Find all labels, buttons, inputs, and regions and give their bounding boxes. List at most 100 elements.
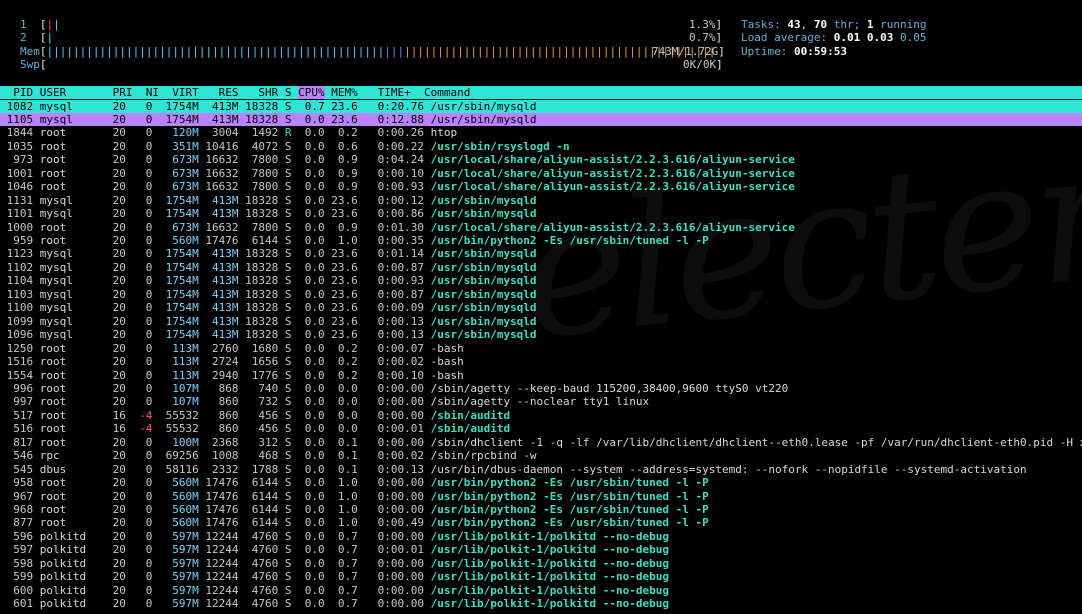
cell-pid: 973 <box>0 153 34 167</box>
process-row[interactable]: 598 polkitd 20 0 597M 12244 4760 S 0.0 0… <box>0 557 1082 570</box>
cell-shr: 7800 <box>245 166 279 180</box>
col-virt[interactable]: VIRT <box>172 86 199 99</box>
col-pid[interactable]: PID <box>0 86 33 99</box>
process-row[interactable]: 958 root 20 0 560M 17476 6144 S 0.0 1.0 … <box>0 476 1082 489</box>
col-command[interactable]: Command <box>424 86 470 99</box>
col-res[interactable]: RES <box>219 86 239 99</box>
process-row[interactable]: 959 root 20 0 560M 17476 6144 S 0.0 1.0 … <box>0 234 1082 247</box>
col-mem[interactable]: MEM% <box>331 86 358 99</box>
process-row[interactable]: 817 root 20 0 100M 2368 312 S 0.0 0.1 0:… <box>0 436 1082 449</box>
cell-state: S <box>284 180 292 194</box>
cell-user: polkitd <box>39 543 100 557</box>
cell-ni: 0 <box>132 462 153 476</box>
cell-mem: 1.0 <box>331 516 358 530</box>
cell-state: S <box>284 153 292 167</box>
cell-ni: 0 <box>132 166 153 180</box>
cell-virt: 597M <box>158 597 199 611</box>
cell-user: root <box>39 355 100 369</box>
cell-user: root <box>39 126 100 140</box>
cell-res: 2760 <box>205 341 239 355</box>
cell-shr: 4760 <box>245 556 279 570</box>
cell-command: /usr/sbin/mysqld <box>430 287 537 301</box>
process-row[interactable]: 600 polkitd 20 0 597M 12244 4760 S 0.0 0… <box>0 584 1082 597</box>
process-row[interactable]: 1844 root 20 0 120M 3004 1492 R 0.0 0.2 … <box>0 126 1082 139</box>
cell-time: 0:01.30 <box>364 220 424 234</box>
process-row[interactable]: 997 root 20 0 107M 860 732 S 0.0 0.0 0:0… <box>0 395 1082 408</box>
cell-virt: 560M <box>158 476 199 490</box>
cell-state: S <box>284 139 292 153</box>
cell-shr: 18328 <box>245 193 279 207</box>
cell-state: S <box>284 207 292 221</box>
cell-pri: 20 <box>105 597 126 611</box>
col-cpu-sorted[interactable]: CPU% <box>298 86 325 99</box>
cell-state: S <box>284 543 292 557</box>
process-row[interactable]: 967 root 20 0 560M 17476 6144 S 0.0 1.0 … <box>0 490 1082 503</box>
cell-pri: 20 <box>105 449 126 463</box>
col-ni[interactable]: NI <box>146 86 159 99</box>
cell-user: polkitd <box>39 556 100 570</box>
col-user[interactable]: USER <box>40 86 67 99</box>
cell-cpu: 0.0 <box>298 408 325 422</box>
process-row[interactable]: 1131 mysql 20 0 1754M 413M 18328 S 0.0 2… <box>0 194 1082 207</box>
cell-time: 0:00.93 <box>364 180 424 194</box>
process-row[interactable]: 516 root 16 -4 55532 860 456 S 0.0 0.0 0… <box>0 422 1082 435</box>
cell-ni: 0 <box>132 99 153 113</box>
process-row[interactable]: 973 root 20 0 673M 16632 7800 S 0.0 0.9 … <box>0 153 1082 166</box>
process-row[interactable]: 1096 mysql 20 0 1754M 413M 18328 S 0.0 2… <box>0 328 1082 341</box>
cell-shr: 7800 <box>245 180 279 194</box>
cell-pid: 996 <box>0 381 34 395</box>
process-row[interactable]: 545 dbus 20 0 58116 2332 1788 S 0.0 0.1 … <box>0 463 1082 476</box>
cell-ni: 0 <box>132 314 153 328</box>
cell-ni: 0 <box>132 126 153 140</box>
process-row[interactable]: 1100 mysql 20 0 1754M 413M 18328 S 0.0 2… <box>0 301 1082 314</box>
process-row[interactable]: 596 polkitd 20 0 597M 12244 4760 S 0.0 0… <box>0 530 1082 543</box>
process-row[interactable]: 1105 mysql 20 0 1754M 413M 18328 S 0.0 2… <box>0 112 1082 127</box>
col-shr[interactable]: SHR <box>258 86 278 99</box>
process-row[interactable]: 517 root 16 -4 55532 860 456 S 0.0 0.0 0… <box>0 409 1082 422</box>
process-row[interactable]: 597 polkitd 20 0 597M 12244 4760 S 0.0 0… <box>0 543 1082 556</box>
cell-user: root <box>39 368 100 382</box>
col-pri[interactable]: PRI <box>113 86 133 99</box>
process-row[interactable]: 1001 root 20 0 673M 16632 7800 S 0.0 0.9… <box>0 167 1082 180</box>
process-row[interactable]: 877 root 20 0 560M 17476 6144 S 0.0 1.0 … <box>0 516 1082 529</box>
cell-mem: 0.7 <box>331 556 358 570</box>
process-row[interactable]: 1035 root 20 0 351M 10416 4072 S 0.0 0.6… <box>0 140 1082 153</box>
process-row[interactable]: 546 rpc 20 0 69256 1008 468 S 0.0 0.1 0:… <box>0 449 1082 462</box>
cell-cpu: 0.0 <box>298 193 325 207</box>
cell-user: mysql <box>39 274 100 288</box>
cell-res: 860 <box>205 395 239 409</box>
process-row[interactable]: 996 root 20 0 107M 868 740 S 0.0 0.0 0:0… <box>0 382 1082 395</box>
cell-cpu: 0.0 <box>298 597 325 611</box>
htop-terminal[interactable]: electerm 1 [|| 1.3%] 2 [| 0.7%] Mem[||||… <box>0 0 1082 614</box>
cell-shr: 6144 <box>245 489 279 503</box>
cell-mem: 0.7 <box>331 597 358 611</box>
col-time[interactable]: TIME+ <box>378 86 411 99</box>
process-row[interactable]: 1123 mysql 20 0 1754M 413M 18328 S 0.0 2… <box>0 247 1082 260</box>
cell-ni: 0 <box>132 516 153 530</box>
process-row[interactable]: 601 polkitd 20 0 597M 12244 4760 S 0.0 0… <box>0 597 1082 610</box>
cell-shr: 1680 <box>245 341 279 355</box>
process-row[interactable]: 1516 root 20 0 113M 2724 1656 S 0.0 0.2 … <box>0 355 1082 368</box>
process-row[interactable]: 1099 mysql 20 0 1754M 413M 18328 S 0.0 2… <box>0 315 1082 328</box>
col-state[interactable]: S <box>285 86 292 99</box>
cell-res: 16632 <box>205 166 239 180</box>
process-row[interactable]: 968 root 20 0 560M 17476 6144 S 0.0 1.0 … <box>0 503 1082 516</box>
process-row[interactable]: 1102 mysql 20 0 1754M 413M 18328 S 0.0 2… <box>0 261 1082 274</box>
process-row[interactable]: 1000 root 20 0 673M 16632 7800 S 0.0 0.9… <box>0 221 1082 234</box>
process-row[interactable]: 1101 mysql 20 0 1754M 413M 18328 S 0.0 2… <box>0 207 1082 220</box>
process-row[interactable]: 1103 mysql 20 0 1754M 413M 18328 S 0.0 2… <box>0 288 1082 301</box>
cell-pri: 20 <box>105 489 126 503</box>
cell-cpu: 0.0 <box>298 314 325 328</box>
process-row[interactable]: 1104 mysql 20 0 1754M 413M 18328 S 0.0 2… <box>0 274 1082 287</box>
cell-command: /usr/local/share/aliyun-assist/2.2.3.616… <box>430 153 795 167</box>
cell-cpu: 0.0 <box>298 543 325 557</box>
cell-state: S <box>284 408 292 422</box>
process-row[interactable]: 1046 root 20 0 673M 16632 7800 S 0.0 0.9… <box>0 180 1082 193</box>
process-row[interactable]: 1250 root 20 0 113M 2760 1680 S 0.0 0.2 … <box>0 342 1082 355</box>
cell-virt: 560M <box>158 234 199 247</box>
process-row[interactable]: 1082 mysql 20 0 1754M 413M 18328 S 0.7 2… <box>0 99 1082 113</box>
cell-shr: 468 <box>245 449 279 463</box>
cell-pid: 1554 <box>0 368 34 382</box>
process-row[interactable]: 599 polkitd 20 0 597M 12244 4760 S 0.0 0… <box>0 570 1082 583</box>
process-row[interactable]: 1554 root 20 0 113M 2940 1776 S 0.0 0.2 … <box>0 369 1082 382</box>
